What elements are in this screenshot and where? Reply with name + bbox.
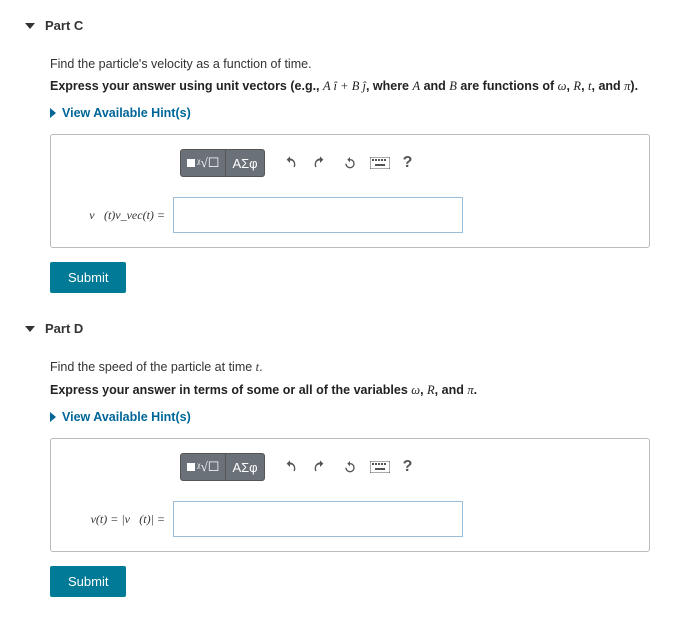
help-button[interactable]: ? — [395, 458, 421, 476]
undo-icon — [282, 459, 298, 475]
view-hints-link[interactable]: View Available Hint(s) — [50, 106, 650, 120]
keyboard-icon — [370, 461, 390, 473]
redo-button[interactable] — [305, 453, 335, 481]
redo-button[interactable] — [305, 149, 335, 177]
caret-down-icon — [25, 23, 35, 29]
reset-button[interactable] — [335, 149, 365, 177]
part-d-answer-input[interactable] — [173, 501, 463, 537]
part-c-instruction: Express your answer using unit vectors (… — [50, 79, 650, 94]
undo-button[interactable] — [275, 453, 305, 481]
redo-icon — [312, 155, 328, 171]
part-c-answer-box: ᵡ√☐ ΑΣφ ? v⃗(t)v_vec(t) = — [50, 134, 650, 248]
reset-icon — [342, 155, 358, 171]
caret-right-icon — [50, 108, 56, 118]
caret-right-icon — [50, 412, 56, 422]
part-c-header[interactable]: Part C — [0, 10, 700, 41]
square-icon — [187, 159, 195, 167]
hints-label: View Available Hint(s) — [62, 106, 191, 120]
undo-button[interactable] — [275, 149, 305, 177]
keyboard-button[interactable] — [365, 453, 395, 481]
part-d-submit-button[interactable]: Submit — [50, 566, 126, 597]
part-c-submit-button[interactable]: Submit — [50, 262, 126, 293]
equation-toolbar: ᵡ√☐ ΑΣφ ? — [180, 453, 635, 481]
help-button[interactable]: ? — [395, 154, 421, 172]
part-c-var-label: v⃗(t)v_vec(t) = — [65, 208, 165, 223]
view-hints-link[interactable]: View Available Hint(s) — [50, 410, 650, 424]
redo-icon — [312, 459, 328, 475]
part-d-instruction: Express your answer in terms of some or … — [50, 383, 650, 398]
templates-button[interactable]: ᵡ√☐ — [180, 453, 226, 481]
keyboard-button[interactable] — [365, 149, 395, 177]
part-d-title: Part D — [45, 321, 83, 336]
radical-icon: ᵡ√☐ — [197, 459, 219, 475]
part-c-title: Part C — [45, 18, 83, 33]
part-c-prompt: Find the particle's velocity as a functi… — [50, 57, 650, 71]
part-c-body: Find the particle's velocity as a functi… — [0, 41, 700, 313]
part-d-var-label: v(t) = |v⃗(t)| = — [65, 512, 165, 527]
hints-label: View Available Hint(s) — [62, 410, 191, 424]
part-c-answer-input[interactable] — [173, 197, 463, 233]
part-d-input-row: v(t) = |v⃗(t)| = — [65, 501, 635, 537]
reset-button[interactable] — [335, 453, 365, 481]
part-d-answer-box: ᵡ√☐ ΑΣφ ? v(t) = |v⃗(t)| = — [50, 438, 650, 552]
square-icon — [187, 463, 195, 471]
symbols-button[interactable]: ΑΣφ — [226, 149, 264, 177]
caret-down-icon — [25, 326, 35, 332]
keyboard-icon — [370, 157, 390, 169]
part-c-input-row: v⃗(t)v_vec(t) = — [65, 197, 635, 233]
undo-icon — [282, 155, 298, 171]
symbols-button[interactable]: ΑΣφ — [226, 453, 264, 481]
reset-icon — [342, 459, 358, 475]
equation-toolbar: ᵡ√☐ ΑΣφ ? — [180, 149, 635, 177]
part-d-body: Find the speed of the particle at time t… — [0, 344, 700, 617]
part-d-prompt: Find the speed of the particle at time t… — [50, 360, 650, 375]
templates-button[interactable]: ᵡ√☐ — [180, 149, 226, 177]
radical-icon: ᵡ√☐ — [197, 155, 219, 171]
part-d-header[interactable]: Part D — [0, 313, 700, 344]
